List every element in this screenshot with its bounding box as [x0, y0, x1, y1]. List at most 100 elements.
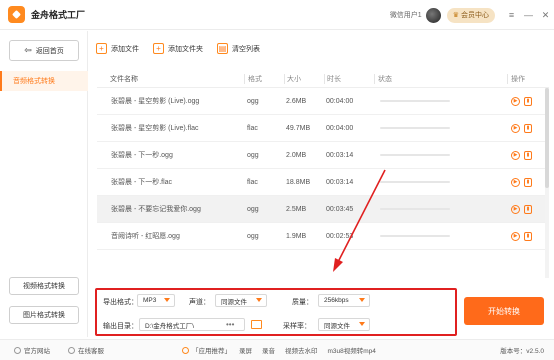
col-name-header: 文件名称 — [110, 75, 138, 83]
start-convert-button[interactable]: 开始转换 — [464, 297, 544, 325]
table-row[interactable]: 张碧晨 - 不要忘记我爱你.ogg ogg 2.5MB 00:03:45 ▶ ▮ — [97, 196, 549, 223]
online-support-link[interactable]: 在线客服 — [68, 345, 104, 355]
avatar[interactable] — [425, 7, 441, 23]
delete-icon[interactable]: ▮ — [524, 123, 532, 133]
file-duration: 00:03:14 — [326, 151, 354, 159]
table-row[interactable]: 音阙诗听 - 红昭愿.ogg ogg 1.9MB 00:02:53 ▶ ▮ — [97, 223, 549, 250]
table-row[interactable]: 张碧晨 - 下一秒.ogg ogg 2.0MB 00:03:14 ▶ ▮ — [97, 142, 549, 169]
output-format-value: MP3 — [143, 297, 157, 304]
close-icon[interactable]: ✕ — [537, 10, 554, 21]
output-dir-field[interactable]: D:\金舟格式工厂\ ••• — [139, 318, 245, 331]
website-label: 官方网站 — [24, 348, 50, 355]
sample-rate-value: 同源文件 — [324, 322, 350, 330]
table-row[interactable]: 张碧晨 - 下一秒.flac flac 18.8MB 00:03:14 ▶ ▮ — [97, 169, 549, 196]
delete-icon[interactable]: ▮ — [524, 204, 532, 214]
app-link-audio-record[interactable]: 录音 — [262, 345, 275, 355]
official-website-link[interactable]: 官方网站 — [14, 345, 50, 355]
progress-bar — [380, 235, 450, 237]
app-link-m3u8[interactable]: m3u8视频转mp4 — [328, 345, 376, 355]
file-duration: 00:02:53 — [326, 232, 354, 240]
file-name: 张碧晨 - 星空剪影 (Live).ogg — [111, 98, 200, 105]
file-name: 张碧晨 - 星空剪影 (Live).flac — [111, 125, 199, 132]
progress-bar — [380, 154, 450, 156]
chevron-down-icon — [164, 298, 170, 302]
add-file-label: 添加文件 — [111, 45, 139, 53]
file-duration: 00:03:45 — [326, 205, 354, 213]
chevron-down-icon — [359, 322, 365, 326]
scroll-thumb[interactable] — [545, 88, 549, 188]
folder-icon[interactable] — [251, 320, 262, 329]
chevron-down-icon — [359, 298, 365, 302]
col-actions-header: 操作 — [507, 73, 549, 84]
menu-icon[interactable]: ≡ — [503, 10, 520, 20]
file-size: 2.0MB — [286, 151, 307, 159]
sidebar-item-audio-convert[interactable]: 音频格式转换 — [0, 71, 88, 91]
file-name: 张碧晨 - 下一秒.flac — [111, 179, 173, 186]
file-duration: 00:04:00 — [326, 124, 354, 132]
file-size: 18.8MB — [286, 178, 311, 186]
support-label: 在线客服 — [78, 348, 104, 355]
user-name[interactable]: 微信用户1 — [390, 10, 422, 20]
app-recommend-label: 「应用推荐」 — [182, 345, 231, 355]
output-dir-value: D:\金舟格式工厂\ — [145, 322, 195, 330]
play-icon[interactable]: ▶ — [511, 231, 520, 241]
add-file-button[interactable]: + 添加文件 — [96, 40, 139, 57]
back-home-label: 返回首页 — [35, 47, 64, 55]
file-format: flac — [247, 124, 258, 132]
vip-center-button[interactable]: ♛ 会员中心 — [446, 7, 495, 23]
file-size: 49.7MB — [286, 124, 311, 132]
play-icon[interactable]: ▶ — [511, 204, 520, 214]
delete-icon[interactable]: ▮ — [524, 96, 532, 106]
more-dots-icon[interactable]: ••• — [226, 320, 234, 329]
channel-select[interactable]: 同源文件 — [215, 294, 267, 307]
clear-list-button[interactable]: ▤ 清空列表 — [217, 40, 260, 57]
back-arrow-icon: ⇦ — [24, 45, 32, 55]
table-scrollbar[interactable] — [545, 88, 549, 278]
add-folder-button[interactable]: + 添加文件夹 — [153, 40, 203, 57]
back-home-button[interactable]: ⇦ 返回首页 — [9, 40, 79, 61]
recommend-text: 「应用推荐」 — [192, 348, 231, 355]
file-size: 2.5MB — [286, 205, 307, 213]
app-logo-icon — [8, 6, 25, 23]
file-table: 文件名称 格式 大小 时长 状态 操作 张碧晨 - 星空剪影 (Live).og… — [97, 70, 549, 250]
output-dir-label: 输出目录： — [103, 323, 138, 330]
chevron-down-icon — [256, 298, 262, 302]
channel-label: 声道： — [189, 299, 210, 306]
image-convert-button[interactable]: 图片格式转换 — [9, 306, 79, 324]
bottom-bar: 官方网站 在线客服 「应用推荐」 录屏 录音 视频去水印 m3u8视频转mp4 … — [0, 339, 554, 360]
vip-label: 会员中心 — [461, 12, 489, 19]
sidebar: ⇦ 返回首页 音频格式转换 视频格式转换 图片格式转换 — [0, 31, 88, 337]
col-status-header: 状态 — [374, 73, 507, 84]
sample-rate-select[interactable]: 同源文件 — [318, 318, 370, 331]
quality-label: 质量： — [292, 299, 313, 306]
delete-icon[interactable]: ▮ — [524, 177, 532, 187]
trash-icon: ▤ — [217, 43, 228, 54]
table-row[interactable]: 张碧晨 - 星空剪影 (Live).ogg ogg 2.6MB 00:04:00… — [97, 88, 549, 115]
table-header: 文件名称 格式 大小 时长 状态 操作 — [97, 70, 549, 88]
video-convert-button[interactable]: 视频格式转换 — [9, 277, 79, 295]
file-format: ogg — [247, 151, 259, 159]
app-link-screen-record[interactable]: 录屏 — [239, 345, 252, 355]
col-duration-header: 时长 — [324, 73, 374, 84]
recommend-icon — [182, 346, 189, 354]
file-duration: 00:03:14 — [326, 178, 354, 186]
file-name: 张碧晨 - 不要忘记我爱你.ogg — [111, 206, 201, 213]
output-format-select[interactable]: MP3 — [137, 294, 175, 307]
crown-icon: ♛ — [452, 12, 459, 19]
play-icon[interactable]: ▶ — [511, 123, 520, 133]
minimize-icon[interactable]: — — [520, 10, 537, 20]
quality-select[interactable]: 256kbps — [318, 294, 370, 307]
home-icon — [14, 346, 21, 354]
col-format-header: 格式 — [244, 73, 284, 84]
app-link-watermark[interactable]: 视频去水印 — [285, 345, 318, 355]
play-icon[interactable]: ▶ — [511, 96, 520, 106]
play-icon[interactable]: ▶ — [511, 150, 520, 160]
play-icon[interactable]: ▶ — [511, 177, 520, 187]
progress-bar — [380, 100, 450, 102]
delete-icon[interactable]: ▮ — [524, 150, 532, 160]
file-format: ogg — [247, 97, 259, 105]
table-row[interactable]: 张碧晨 - 星空剪影 (Live).flac flac 49.7MB 00:04… — [97, 115, 549, 142]
delete-icon[interactable]: ▮ — [524, 231, 532, 241]
output-settings-panel: 导出格式： MP3 声道： 同源文件 质量： 256kbps 输出目录： D:\… — [95, 288, 457, 336]
channel-value: 同源文件 — [221, 298, 247, 306]
